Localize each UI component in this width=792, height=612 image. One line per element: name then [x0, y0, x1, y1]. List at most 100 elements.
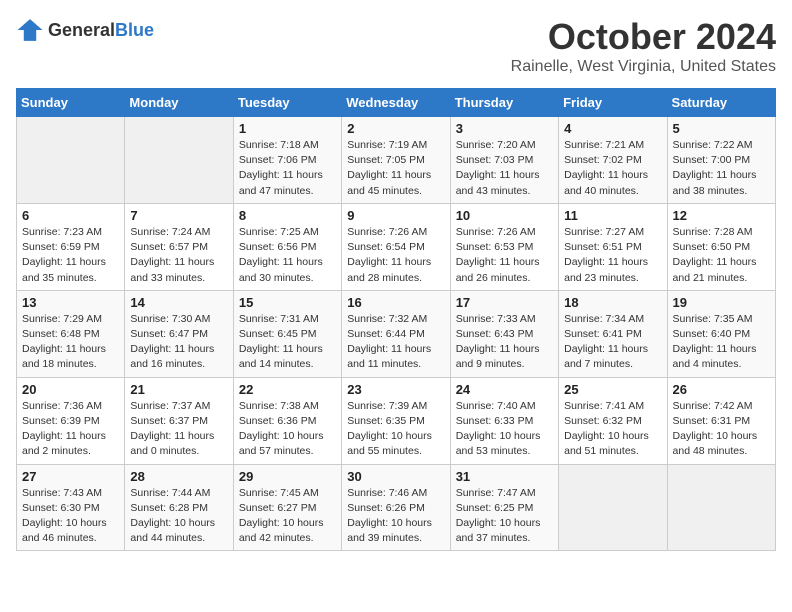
- calendar-cell: 22 Sunrise: 7:38 AM Sunset: 6:36 PM Dayli…: [233, 377, 341, 464]
- day-detail: Sunrise: 7:47 AM Sunset: 6:25 PM Dayligh…: [456, 486, 553, 547]
- day-detail: Sunrise: 7:39 AM Sunset: 6:35 PM Dayligh…: [347, 399, 444, 460]
- day-number: 6: [22, 208, 119, 223]
- calendar-week-row: 6Sunrise: 7:23 AM Sunset: 6:59 PM Daylig…: [17, 203, 776, 290]
- calendar-cell: 11 Sunrise: 7:27 AM Sunset: 6:51 PM Dayli…: [559, 203, 667, 290]
- calendar-cell: 5Sunrise: 7:22 AM Sunset: 7:00 PM Daylig…: [667, 117, 775, 204]
- calendar-cell: 26 Sunrise: 7:42 AM Sunset: 6:31 PM Dayli…: [667, 377, 775, 464]
- day-detail: Sunrise: 7:18 AM Sunset: 7:06 PM Dayligh…: [239, 138, 336, 199]
- calendar-cell: 12 Sunrise: 7:28 AM Sunset: 6:50 PM Dayli…: [667, 203, 775, 290]
- day-detail: Sunrise: 7:45 AM Sunset: 6:27 PM Dayligh…: [239, 486, 336, 547]
- day-number: 8: [239, 208, 336, 223]
- header-day-thursday: Thursday: [450, 89, 558, 117]
- day-number: 19: [673, 295, 770, 310]
- day-number: 11: [564, 208, 661, 223]
- day-detail: Sunrise: 7:27 AM Sunset: 6:51 PM Dayligh…: [564, 225, 661, 286]
- logo-text-general: General: [48, 20, 115, 40]
- calendar-cell: 16Sunrise: 7:32 AM Sunset: 6:44 PM Dayli…: [342, 290, 450, 377]
- day-detail: Sunrise: 7:37 AM Sunset: 6:37 PM Dayligh…: [130, 399, 227, 460]
- page-header: GeneralBlue October 2024 Rainelle, West …: [16, 16, 776, 76]
- calendar-cell: 6Sunrise: 7:23 AM Sunset: 6:59 PM Daylig…: [17, 203, 125, 290]
- day-detail: Sunrise: 7:29 AM Sunset: 6:48 PM Dayligh…: [22, 312, 119, 373]
- calendar-table: SundayMondayTuesdayWednesdayThursdayFrid…: [16, 88, 776, 551]
- day-number: 29: [239, 469, 336, 484]
- logo-icon: [16, 16, 44, 44]
- header-day-tuesday: Tuesday: [233, 89, 341, 117]
- day-detail: Sunrise: 7:21 AM Sunset: 7:02 PM Dayligh…: [564, 138, 661, 199]
- logo: GeneralBlue: [16, 16, 154, 44]
- day-number: 12: [673, 208, 770, 223]
- calendar-cell: 9Sunrise: 7:26 AM Sunset: 6:54 PM Daylig…: [342, 203, 450, 290]
- day-number: 30: [347, 469, 444, 484]
- day-number: 9: [347, 208, 444, 223]
- calendar-cell: 1Sunrise: 7:18 AM Sunset: 7:06 PM Daylig…: [233, 117, 341, 204]
- day-number: 27: [22, 469, 119, 484]
- day-number: 4: [564, 121, 661, 136]
- day-number: 31: [456, 469, 553, 484]
- calendar-cell: 3Sunrise: 7:20 AM Sunset: 7:03 PM Daylig…: [450, 117, 558, 204]
- location-title: Rainelle, West Virginia, United States: [511, 58, 776, 76]
- header-day-sunday: Sunday: [17, 89, 125, 117]
- logo-text-blue: Blue: [115, 20, 154, 40]
- month-title: October 2024: [511, 16, 776, 58]
- day-detail: Sunrise: 7:33 AM Sunset: 6:43 PM Dayligh…: [456, 312, 553, 373]
- calendar-cell: 10Sunrise: 7:26 AM Sunset: 6:53 PM Dayli…: [450, 203, 558, 290]
- day-detail: Sunrise: 7:26 AM Sunset: 6:53 PM Dayligh…: [456, 225, 553, 286]
- day-detail: Sunrise: 7:19 AM Sunset: 7:05 PM Dayligh…: [347, 138, 444, 199]
- day-detail: Sunrise: 7:40 AM Sunset: 6:33 PM Dayligh…: [456, 399, 553, 460]
- day-number: 23: [347, 382, 444, 397]
- day-number: 18: [564, 295, 661, 310]
- day-detail: Sunrise: 7:35 AM Sunset: 6:40 PM Dayligh…: [673, 312, 770, 373]
- calendar-week-row: 1Sunrise: 7:18 AM Sunset: 7:06 PM Daylig…: [17, 117, 776, 204]
- day-detail: Sunrise: 7:38 AM Sunset: 6:36 PM Dayligh…: [239, 399, 336, 460]
- day-detail: Sunrise: 7:28 AM Sunset: 6:50 PM Dayligh…: [673, 225, 770, 286]
- calendar-cell: 31 Sunrise: 7:47 AM Sunset: 6:25 PM Dayli…: [450, 464, 558, 551]
- calendar-cell: 21 Sunrise: 7:37 AM Sunset: 6:37 PM Dayli…: [125, 377, 233, 464]
- calendar-cell: 15 Sunrise: 7:31 AM Sunset: 6:45 PM Dayli…: [233, 290, 341, 377]
- calendar-cell: [667, 464, 775, 551]
- calendar-cell: 25Sunrise: 7:41 AM Sunset: 6:32 PM Dayli…: [559, 377, 667, 464]
- day-number: 15: [239, 295, 336, 310]
- calendar-cell: 27 Sunrise: 7:43 AM Sunset: 6:30 PM Dayli…: [17, 464, 125, 551]
- header-day-saturday: Saturday: [667, 89, 775, 117]
- calendar-week-row: 20Sunrise: 7:36 AM Sunset: 6:39 PM Dayli…: [17, 377, 776, 464]
- calendar-cell: 28 Sunrise: 7:44 AM Sunset: 6:28 PM Dayli…: [125, 464, 233, 551]
- calendar-cell: 23 Sunrise: 7:39 AM Sunset: 6:35 PM Dayli…: [342, 377, 450, 464]
- day-detail: Sunrise: 7:43 AM Sunset: 6:30 PM Dayligh…: [22, 486, 119, 547]
- day-number: 21: [130, 382, 227, 397]
- day-number: 17: [456, 295, 553, 310]
- calendar-cell: 18Sunrise: 7:34 AM Sunset: 6:41 PM Dayli…: [559, 290, 667, 377]
- day-number: 28: [130, 469, 227, 484]
- day-detail: Sunrise: 7:32 AM Sunset: 6:44 PM Dayligh…: [347, 312, 444, 373]
- day-number: 3: [456, 121, 553, 136]
- calendar-cell: 13 Sunrise: 7:29 AM Sunset: 6:48 PM Dayli…: [17, 290, 125, 377]
- calendar-header-row: SundayMondayTuesdayWednesdayThursdayFrid…: [17, 89, 776, 117]
- day-number: 5: [673, 121, 770, 136]
- day-detail: Sunrise: 7:36 AM Sunset: 6:39 PM Dayligh…: [22, 399, 119, 460]
- calendar-cell: 7 Sunrise: 7:24 AM Sunset: 6:57 PM Daylig…: [125, 203, 233, 290]
- day-number: 2: [347, 121, 444, 136]
- calendar-cell: [559, 464, 667, 551]
- day-number: 22: [239, 382, 336, 397]
- day-number: 13: [22, 295, 119, 310]
- day-detail: Sunrise: 7:30 AM Sunset: 6:47 PM Dayligh…: [130, 312, 227, 373]
- day-detail: Sunrise: 7:44 AM Sunset: 6:28 PM Dayligh…: [130, 486, 227, 547]
- calendar-week-row: 13 Sunrise: 7:29 AM Sunset: 6:48 PM Dayli…: [17, 290, 776, 377]
- day-detail: Sunrise: 7:31 AM Sunset: 6:45 PM Dayligh…: [239, 312, 336, 373]
- calendar-week-row: 27 Sunrise: 7:43 AM Sunset: 6:30 PM Dayli…: [17, 464, 776, 551]
- calendar-cell: 14Sunrise: 7:30 AM Sunset: 6:47 PM Dayli…: [125, 290, 233, 377]
- calendar-cell: 2 Sunrise: 7:19 AM Sunset: 7:05 PM Daylig…: [342, 117, 450, 204]
- day-detail: Sunrise: 7:24 AM Sunset: 6:57 PM Dayligh…: [130, 225, 227, 286]
- day-number: 26: [673, 382, 770, 397]
- day-detail: Sunrise: 7:42 AM Sunset: 6:31 PM Dayligh…: [673, 399, 770, 460]
- calendar-cell: 24Sunrise: 7:40 AM Sunset: 6:33 PM Dayli…: [450, 377, 558, 464]
- day-number: 7: [130, 208, 227, 223]
- calendar-cell: 8Sunrise: 7:25 AM Sunset: 6:56 PM Daylig…: [233, 203, 341, 290]
- header-day-friday: Friday: [559, 89, 667, 117]
- calendar-cell: [17, 117, 125, 204]
- calendar-cell: 29 Sunrise: 7:45 AM Sunset: 6:27 PM Dayli…: [233, 464, 341, 551]
- header-day-wednesday: Wednesday: [342, 89, 450, 117]
- title-section: October 2024 Rainelle, West Virginia, Un…: [511, 16, 776, 76]
- calendar-cell: 19 Sunrise: 7:35 AM Sunset: 6:40 PM Dayli…: [667, 290, 775, 377]
- calendar-cell: 20Sunrise: 7:36 AM Sunset: 6:39 PM Dayli…: [17, 377, 125, 464]
- calendar-cell: 4 Sunrise: 7:21 AM Sunset: 7:02 PM Daylig…: [559, 117, 667, 204]
